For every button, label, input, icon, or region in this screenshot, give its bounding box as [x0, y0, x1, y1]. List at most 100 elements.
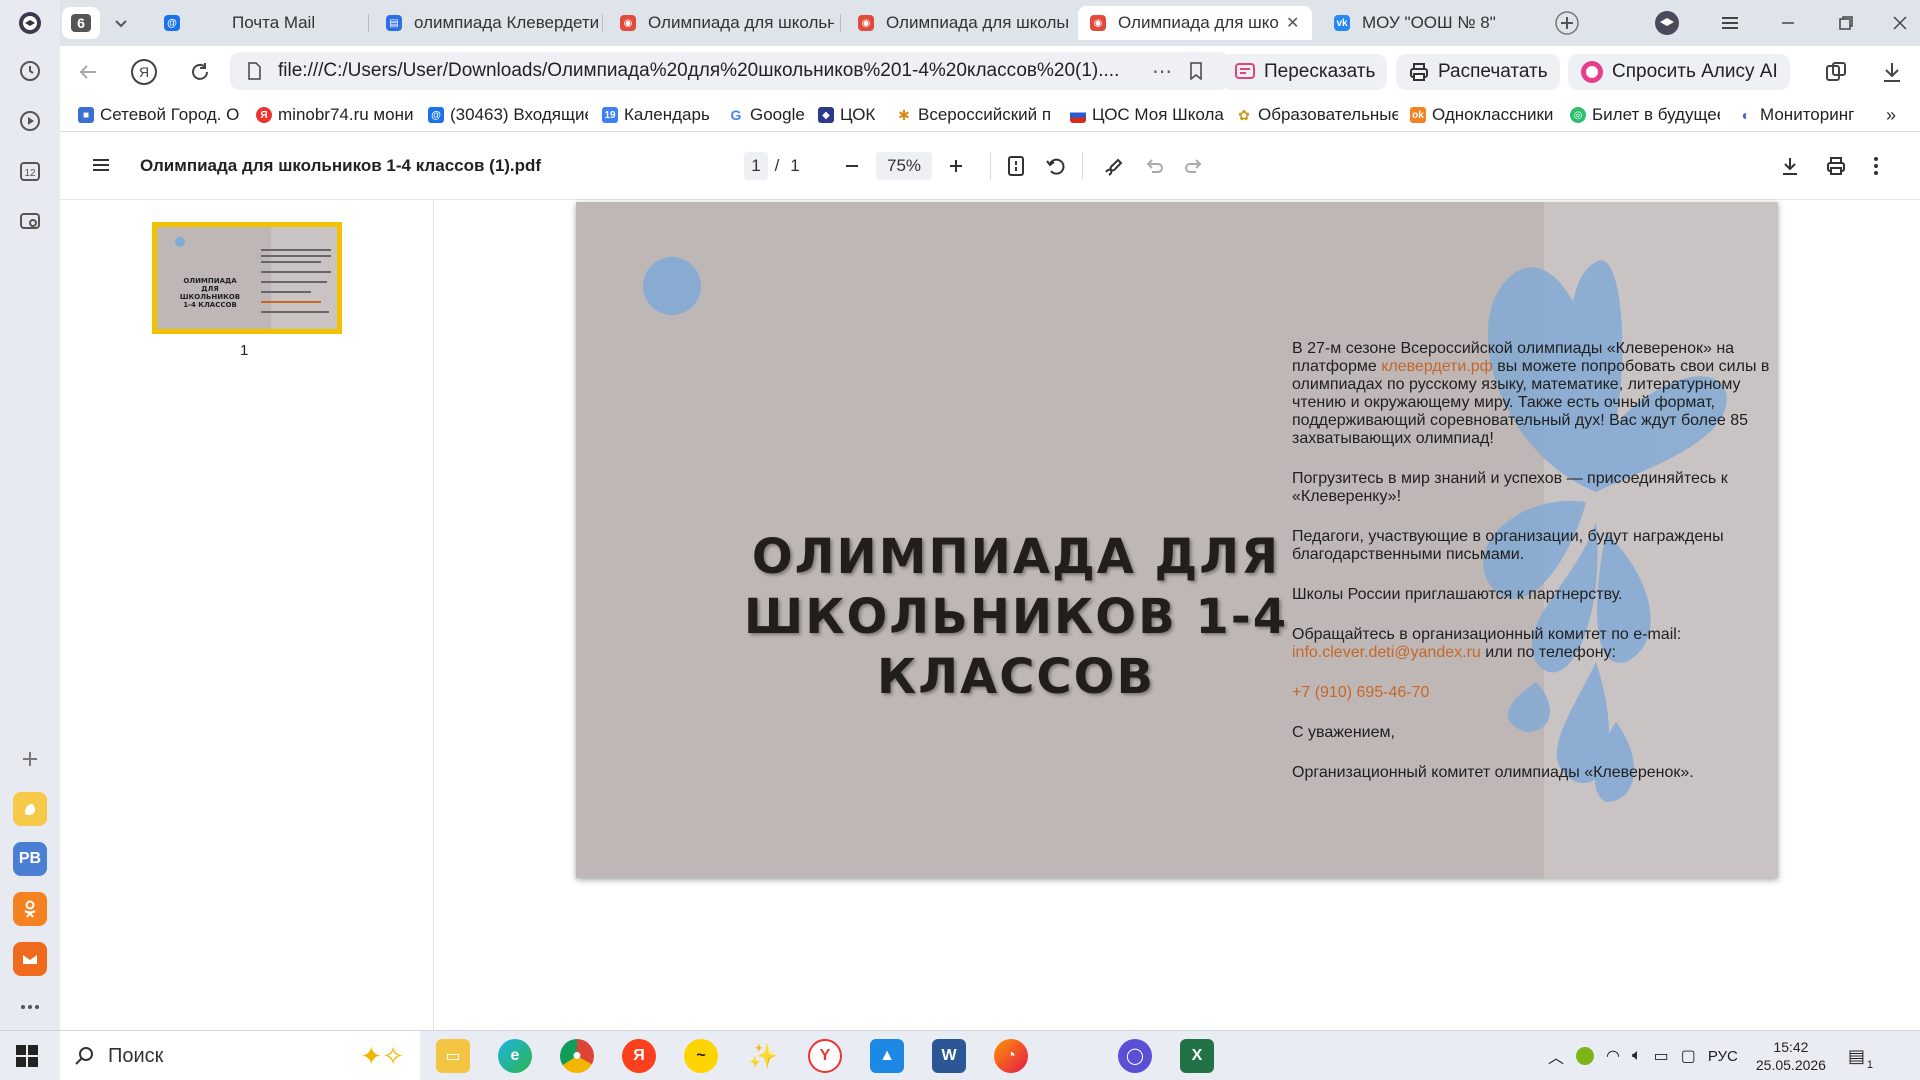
- clock[interactable]: 15:42 25.05.2026: [1756, 1038, 1826, 1074]
- url-text[interactable]: file:///C:/Users/User/Downloads/Олимпиад…: [278, 60, 1138, 82]
- extensions-button[interactable]: [1824, 60, 1848, 89]
- bookmark-item[interactable]: ЦОС Моя Школа: [1070, 104, 1230, 126]
- language-indicator[interactable]: РУС: [1708, 1048, 1738, 1065]
- redo-button[interactable]: [1180, 152, 1208, 180]
- bookmark-item[interactable]: ◆ ЦОК: [818, 104, 888, 126]
- bookmark-item[interactable]: ◎ Билет в будущее: [1570, 104, 1720, 126]
- thumbnails-toggle-button[interactable]: [90, 154, 112, 181]
- tab-mail[interactable]: @ Почта Mail: [152, 6, 352, 40]
- chevron-down-icon: [115, 20, 127, 28]
- pdf-more-button[interactable]: [1866, 152, 1886, 180]
- bookmark-item[interactable]: ok Одноклассники: [1410, 104, 1560, 126]
- magic-wand-icon[interactable]: ✨: [746, 1039, 780, 1073]
- email-link[interactable]: info.clever.deti@yandex.ru: [1292, 644, 1481, 661]
- pdf-icon: ◉: [858, 15, 874, 31]
- chrome-browser-icon[interactable]: ●: [560, 1039, 594, 1073]
- zoom-level-input[interactable]: 75%: [876, 152, 932, 180]
- photos-app-icon[interactable]: ▲: [870, 1039, 904, 1073]
- slide-title: ОЛИМПИАДА ДЛЯ ШКОЛЬНИКОВ 1-4 КЛАССОВ: [696, 527, 1336, 707]
- bookmark-item[interactable]: ■ Сетевой Город. О: [78, 104, 250, 126]
- menu-button[interactable]: [1712, 6, 1748, 40]
- history-icon[interactable]: [13, 54, 47, 88]
- notifications-icon[interactable]: ▤ 1: [1848, 1046, 1873, 1071]
- more-panel-icon[interactable]: [13, 990, 47, 1024]
- zoom-out-button[interactable]: [838, 152, 866, 180]
- odnoklassniki-icon[interactable]: [13, 892, 47, 926]
- yandex-button[interactable]: Я: [130, 58, 158, 91]
- page-number-input[interactable]: 1: [744, 152, 768, 180]
- start-button[interactable]: [16, 1045, 38, 1072]
- wifi-icon[interactable]: ◠: [1606, 1046, 1620, 1066]
- camera-icon[interactable]: ▢: [1681, 1046, 1696, 1066]
- pdf-download-button[interactable]: [1776, 152, 1804, 180]
- tab-school[interactable]: vk МОУ "ООШ № 8": [1322, 6, 1552, 40]
- firefox-app-icon[interactable]: ◔: [994, 1039, 1028, 1073]
- tabs-dropdown-button[interactable]: [106, 6, 140, 40]
- add-panel-icon[interactable]: [13, 742, 47, 776]
- navigation-bar: Я file:///C:/Users/User/Downloads/Олимпи…: [60, 46, 1920, 98]
- bookmark-item[interactable]: @ (30463) Входящие: [428, 104, 588, 126]
- back-button[interactable]: [76, 60, 100, 89]
- chevron-up-icon[interactable]: ︿: [1548, 1044, 1564, 1068]
- messenger-app-icon[interactable]: ◯: [1118, 1039, 1152, 1073]
- bookmark-item[interactable]: Я minobr74.ru мони: [256, 104, 414, 126]
- yandex-browser-active-icon[interactable]: Y: [808, 1039, 842, 1073]
- annotate-button[interactable]: [1100, 152, 1128, 180]
- more-dots-icon[interactable]: ⋯: [1152, 59, 1172, 84]
- calendar-icon[interactable]: 12: [13, 154, 47, 188]
- screenshot-icon[interactable]: [13, 204, 47, 238]
- yandex-app-icon[interactable]: Я: [622, 1039, 656, 1073]
- zoom-in-button[interactable]: [942, 152, 970, 180]
- print-chip-button[interactable]: Распечатать: [1396, 54, 1560, 90]
- ticket-icon: ◎: [1570, 107, 1586, 123]
- downloads-button[interactable]: [1880, 60, 1904, 89]
- bookmark-label: (30463) Входящие: [450, 105, 588, 124]
- close-tab-icon[interactable]: ✕: [1286, 13, 1299, 33]
- printer-icon: [1410, 63, 1428, 81]
- tab-counter[interactable]: 6: [62, 7, 100, 39]
- file-explorer-icon[interactable]: ▭: [436, 1039, 470, 1073]
- edge-browser-icon[interactable]: e: [498, 1039, 532, 1073]
- tab-klever-search[interactable]: ▤ олимпиада Клевердети: [374, 6, 598, 40]
- word-app-icon[interactable]: W: [932, 1039, 966, 1073]
- minimize-button[interactable]: [1770, 6, 1806, 40]
- bookmark-item[interactable]: ✱ Всероссийский п: [896, 104, 1056, 126]
- tray-app-icon[interactable]: [1576, 1047, 1595, 1065]
- bookmark-label: Google: [750, 105, 805, 124]
- tab-pdf-active[interactable]: ◉ Олимпиада для шко ✕: [1078, 6, 1312, 40]
- tab-pdf-2[interactable]: ◉ Олимпиада для школьн: [846, 6, 1068, 40]
- bookmark-item[interactable]: ◐ Мониторинг: [1738, 104, 1878, 126]
- bookmark-item[interactable]: G Google: [728, 104, 818, 126]
- app-tile-yellow-icon[interactable]: [13, 792, 47, 826]
- beeline-icon[interactable]: ~: [684, 1039, 718, 1073]
- battery-icon[interactable]: ▭: [1654, 1046, 1669, 1066]
- new-tab-button[interactable]: [1548, 6, 1588, 40]
- phone-number[interactable]: +7 (910) 695-46-70: [1292, 684, 1772, 702]
- site-link[interactable]: клевердети.рф: [1381, 358, 1493, 375]
- rotate-button[interactable]: [1042, 152, 1070, 180]
- sparkles-icon[interactable]: ✦✧: [360, 1041, 404, 1072]
- profile-avatar[interactable]: [1648, 6, 1688, 40]
- bookmark-item[interactable]: 19 Календарь: [602, 104, 724, 126]
- volume-icon[interactable]: 🔈︎: [1632, 1047, 1642, 1065]
- excel-app-icon[interactable]: X: [1180, 1039, 1214, 1073]
- pdf-print-button[interactable]: [1822, 152, 1850, 180]
- close-window-button[interactable]: [1882, 6, 1918, 40]
- page-thumbnail[interactable]: ОЛИМПИАДА ДЛЯ ШКОЛЬНИКОВ 1-4 КЛАССОВ: [152, 222, 342, 334]
- ask-alice-button[interactable]: Спросить Алису AI: [1568, 54, 1790, 90]
- mail-app-icon[interactable]: [13, 942, 47, 976]
- bookmark-icon[interactable]: [1186, 61, 1206, 81]
- pb-app-icon[interactable]: PB: [13, 842, 47, 876]
- undo-button[interactable]: [1140, 152, 1168, 180]
- bookmark-item[interactable]: ✿ Образовательные: [1236, 104, 1398, 126]
- yandex-profile-icon[interactable]: [13, 6, 47, 40]
- restore-button[interactable]: [1828, 6, 1864, 40]
- taskbar-search-box[interactable]: Поиск ✦✧: [60, 1031, 420, 1080]
- reload-button[interactable]: [188, 60, 212, 89]
- more-bookmarks-icon[interactable]: »: [1886, 104, 1906, 126]
- fit-page-button[interactable]: [1002, 152, 1030, 180]
- tab-pdf-1[interactable]: ◉ Олимпиада для школьн: [608, 6, 834, 40]
- retell-button[interactable]: Пересказать: [1222, 54, 1388, 90]
- video-icon[interactable]: [13, 104, 47, 138]
- address-bar[interactable]: file:///C:/Users/User/Downloads/Олимпиад…: [230, 52, 1230, 90]
